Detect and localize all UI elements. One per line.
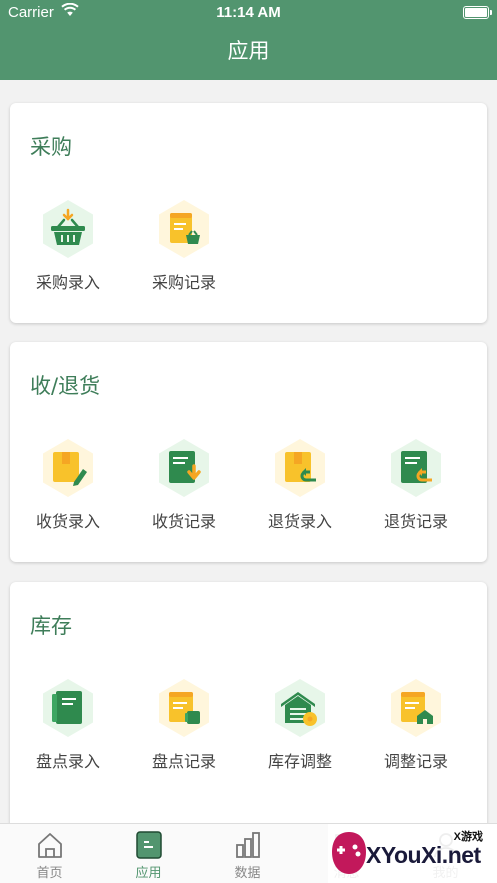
section-receive-return: 收/退货 收货录入 收货记录 退货录入 退货记录: [10, 342, 487, 562]
tile-receive-record[interactable]: 收货记录: [126, 436, 242, 532]
gamepad-icon: [332, 832, 366, 874]
receive-record-icon: [159, 439, 209, 497]
chart-icon: [235, 832, 260, 858]
clock: 11:14 AM: [216, 4, 281, 21]
tile-label: 收货录入: [35, 512, 100, 531]
section-title: 采购: [30, 135, 72, 159]
return-entry-icon: [275, 439, 325, 497]
tile-label: 库存调整: [267, 752, 332, 771]
nav-bar: 应用: [0, 26, 497, 80]
purchase-record-icon: [159, 200, 209, 258]
tile-label: 退货记录: [383, 512, 448, 531]
status-bar: Carrier 11:14 AM: [0, 0, 497, 26]
section-purchase: 采购 采购录入 采购记录: [10, 103, 487, 323]
section-title: 收/退货: [30, 374, 101, 398]
receive-entry-icon: [43, 439, 93, 497]
tile-stocktake-record[interactable]: 盘点记录: [126, 676, 242, 772]
apps-icon: [135, 831, 162, 859]
tile-label: 采购录入: [35, 273, 100, 292]
tile-purchase-record[interactable]: 采购记录: [126, 197, 242, 293]
stocktake-entry-icon: [43, 679, 93, 737]
watermark-text: XYouXi.net: [366, 842, 481, 868]
adjust-record-icon: [391, 679, 441, 737]
tab-data[interactable]: 数据: [198, 824, 297, 883]
tile-adjust-record[interactable]: 调整记录: [358, 676, 474, 772]
tile-label: 退货录入: [267, 512, 332, 531]
warehouse-adjust-icon: [275, 679, 325, 737]
home-icon: [37, 833, 62, 858]
battery-icon: [463, 6, 489, 19]
tab-label: 首页: [36, 866, 63, 881]
tile-label: 盘点录入: [35, 752, 100, 771]
return-record-icon: [391, 439, 441, 497]
tile-purchase-entry[interactable]: 采购录入: [10, 197, 126, 293]
tile-label: 调整记录: [383, 752, 448, 771]
stocktake-record-icon: [159, 679, 209, 737]
watermark: X游戏 XYouXi.net: [328, 824, 497, 883]
tile-stocktake-entry[interactable]: 盘点录入: [10, 676, 126, 772]
tile-label: 采购记录: [151, 273, 216, 292]
tab-label: 数据: [234, 866, 261, 881]
tile-label: 收货记录: [151, 512, 216, 531]
tile-return-entry[interactable]: 退货录入: [242, 436, 358, 532]
tab-apps[interactable]: 应用: [99, 824, 198, 883]
page-title: 应用: [227, 39, 270, 63]
basket-icon: [43, 200, 93, 258]
tile-return-record[interactable]: 退货记录: [358, 436, 474, 532]
tile-label: 盘点记录: [151, 752, 216, 771]
section-title: 库存: [30, 614, 72, 638]
section-inventory: 库存 盘点录入 盘点记录 库存调整 调整记录: [10, 582, 487, 842]
tab-home[interactable]: 首页: [0, 824, 99, 883]
tab-label: 应用: [135, 866, 162, 881]
tile-warehouse-adjust[interactable]: 库存调整: [242, 676, 358, 772]
tile-receive-entry[interactable]: 收货录入: [10, 436, 126, 532]
